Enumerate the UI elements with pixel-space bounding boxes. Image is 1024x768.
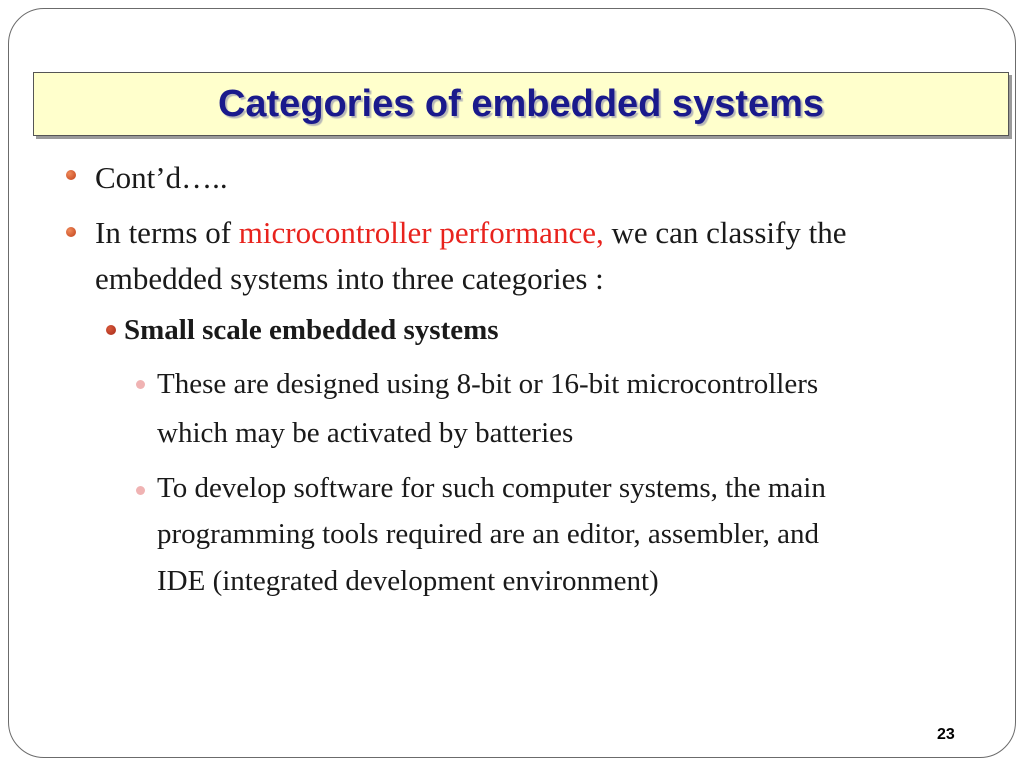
bullet-dot-icon [66, 227, 76, 237]
bullet-text: In terms of [95, 215, 239, 250]
bullet-classification-line2: embedded systems into three categories : [95, 261, 604, 296]
bullet-text: we can classify the [603, 215, 847, 250]
point-software: To develop software for such computer sy… [157, 472, 826, 504]
page-number: 23 [937, 726, 955, 743]
point-software-line2: programming tools required are an editor… [157, 518, 820, 550]
bullet-contd: Cont’d….. [95, 160, 228, 195]
highlight-text: microcontroller performance, [238, 215, 604, 250]
point-design-line2: which may be activated by batteries [157, 417, 574, 449]
point-software-line3: IDE (integrated development environment) [157, 565, 659, 597]
bullet-dot-icon [106, 325, 116, 335]
subheading-small-scale: Small scale embedded systems [124, 314, 499, 346]
bullet-dot-icon [136, 486, 145, 495]
bullet-dot-icon [66, 170, 76, 180]
bullet-dot-icon [136, 380, 145, 389]
slide-content: Cont’d….. In terms of microcontroller pe… [0, 0, 1024, 768]
bullet-classification: In terms of microcontroller performance,… [95, 215, 846, 251]
point-design: These are designed using 8-bit or 16-bit… [157, 368, 819, 400]
